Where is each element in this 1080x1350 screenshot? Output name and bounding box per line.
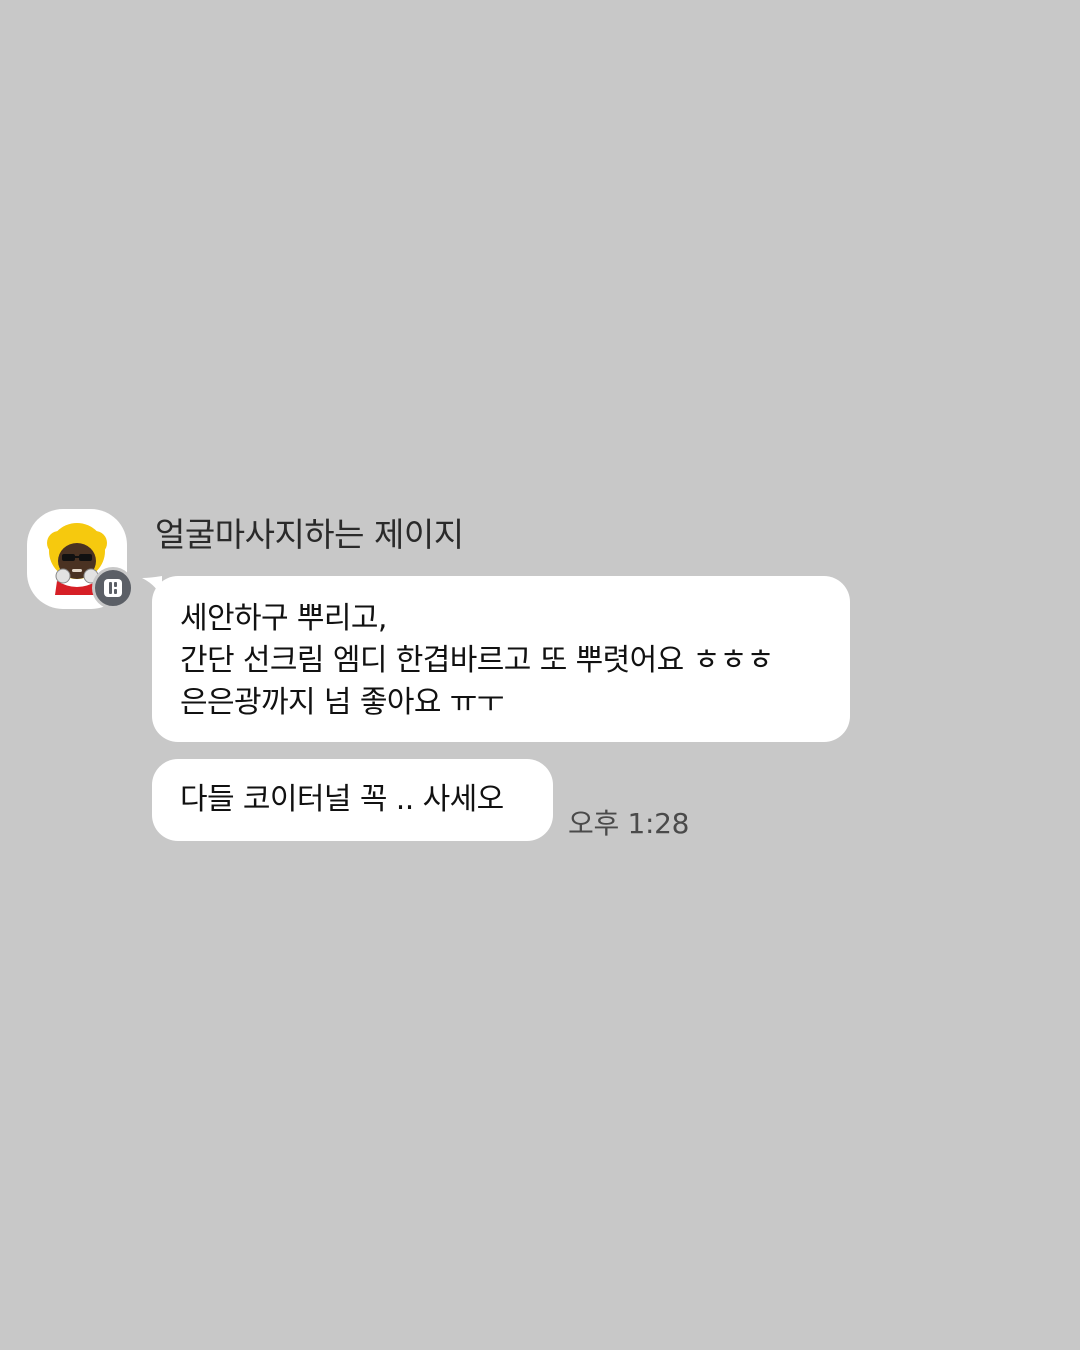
profile-badge [92,567,134,609]
chat-screen: 얼굴마사지하는 제이지 세안하구 뿌리고, 간단 선크림 엠디 한겹바르고 또 … [0,0,1080,1350]
message-bubble[interactable]: 세안하구 뿌리고, 간단 선크림 엠디 한겹바르고 또 뿌렷어요 ㅎㅎㅎ 은은광… [142,576,850,742]
message-line: 은은광까지 넘 좋아요 ㅠㅜ [180,685,504,720]
message-timestamp: 오후 1:28 [568,807,690,840]
message-bubble[interactable]: 다들 코이터널 꼭 .. 사세오 [152,759,553,841]
bubble-tail [142,576,162,600]
message-line: 다들 코이터널 꼭 .. 사세오 [180,782,504,817]
profile-badge-icon [104,579,122,597]
message-line: 간단 선크림 엠디 한겹바르고 또 뿌렷어요 ㅎㅎㅎ [180,643,774,678]
sender-name: 얼굴마사지하는 제이지 [155,515,464,554]
message-line: 세안하구 뿌리고, [180,601,387,636]
